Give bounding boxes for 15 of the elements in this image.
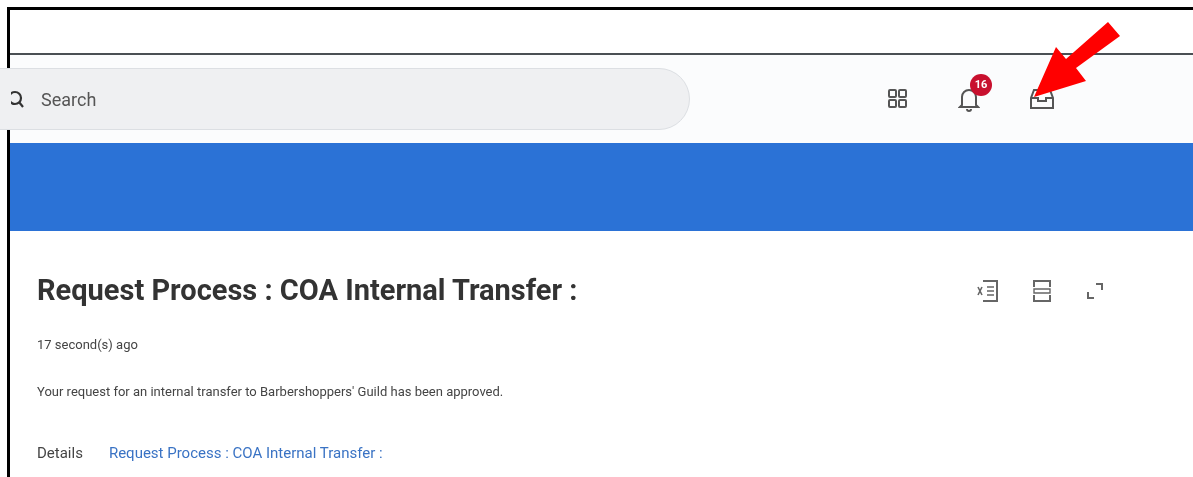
notification-badge: 16	[970, 74, 992, 96]
inbox-icon[interactable]	[1030, 88, 1054, 110]
document-icon[interactable]	[1031, 278, 1053, 303]
search-icon	[11, 89, 25, 109]
search-field[interactable]: Search	[41, 85, 689, 113]
page-title: Request Process : COA Internal Transfer :	[37, 272, 579, 309]
apps-grid-icon[interactable]	[888, 89, 908, 109]
expand-icon[interactable]	[1085, 280, 1105, 301]
timestamp: 17 second(s) ago	[37, 335, 139, 354]
notification-message: Your request for an internal transfer to Barbershoppers' Guild has been approved.	[37, 383, 505, 401]
details-link[interactable]: Request Process : COA Internal Transfer :	[108, 441, 383, 464]
details-label: Details	[37, 442, 83, 464]
search-bar[interactable]: Search	[0, 68, 690, 130]
bell-icon[interactable]	[958, 86, 980, 112]
spreadsheet-icon[interactable]	[977, 278, 999, 303]
